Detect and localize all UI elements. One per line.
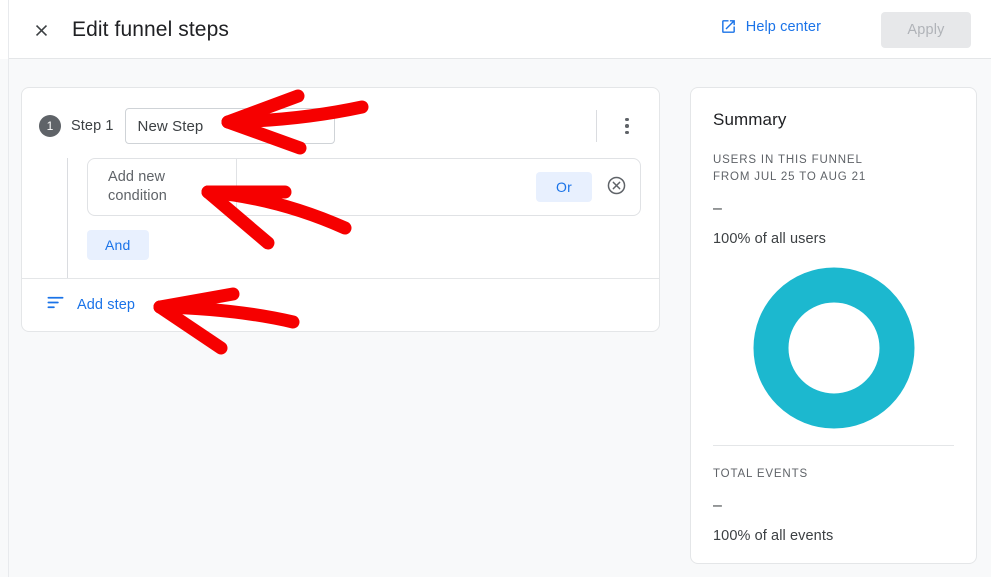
step-header-divider xyxy=(596,110,597,142)
close-button[interactable] xyxy=(24,13,58,47)
remove-circle-icon xyxy=(606,175,627,199)
add-step-lines-icon xyxy=(46,293,65,317)
or-button[interactable]: Or xyxy=(536,172,592,202)
users-kicker-line2: FROM JUL 25 TO AUG 21 xyxy=(713,171,867,183)
summary-title: Summary xyxy=(713,110,787,129)
page-title: Edit funnel steps xyxy=(72,18,229,41)
help-center-link[interactable]: Help center xyxy=(720,18,821,35)
step-number-badge: 1 xyxy=(39,115,61,137)
condition-actions: Or xyxy=(237,172,640,202)
step-1-body: 1 Step 1 Add new condition xyxy=(22,88,659,278)
and-button[interactable]: And xyxy=(87,230,149,260)
left-rail xyxy=(0,0,9,59)
summary-card: Summary USERS IN THIS FUNNEL FROM JUL 25… xyxy=(690,87,977,564)
users-kicker-line1: USERS IN THIS FUNNEL xyxy=(713,154,863,166)
more-vert-icon xyxy=(625,117,629,135)
top-bar: Edit funnel steps Help center Apply xyxy=(0,0,991,59)
condition-group: Add new condition Or And xyxy=(67,158,659,278)
condition-label-line2: condition xyxy=(108,188,167,204)
condition-label-line1: Add new xyxy=(108,169,166,185)
remove-condition-button[interactable] xyxy=(604,175,628,199)
condition-row: Add new condition Or xyxy=(87,158,641,216)
funnel-donut-chart xyxy=(713,265,954,431)
events-percent: 100% of all events xyxy=(713,528,834,544)
close-icon xyxy=(32,21,51,40)
open-in-new-icon xyxy=(720,18,737,35)
help-center-label: Help center xyxy=(745,18,821,35)
add-step-label: Add step xyxy=(77,297,136,313)
funnel-steps-card: 1 Step 1 Add new condition xyxy=(21,87,660,332)
users-kicker: USERS IN THIS FUNNEL FROM JUL 25 TO AUG … xyxy=(713,152,954,186)
and-row: And xyxy=(87,230,659,260)
step-name-input[interactable] xyxy=(124,108,335,144)
donut-svg xyxy=(753,267,914,429)
events-value: – xyxy=(713,497,722,514)
users-percent: 100% of all users xyxy=(713,231,826,247)
users-value: – xyxy=(713,200,722,217)
step-label: Step 1 xyxy=(71,118,114,134)
content-area: 1 Step 1 Add new condition xyxy=(0,59,991,577)
content-left-rail xyxy=(0,59,9,577)
events-kicker: TOTAL EVENTS xyxy=(713,468,808,480)
add-step-button[interactable]: Add step xyxy=(22,279,659,331)
apply-button[interactable]: Apply xyxy=(881,12,971,48)
add-new-condition-label: Add new condition xyxy=(108,168,167,206)
step-1-header: 1 Step 1 xyxy=(22,104,659,148)
chevron-down-icon xyxy=(212,185,222,191)
step-menu-button[interactable] xyxy=(609,108,645,144)
summary-divider xyxy=(713,445,954,446)
add-new-condition-dropdown[interactable]: Add new condition xyxy=(88,159,236,215)
